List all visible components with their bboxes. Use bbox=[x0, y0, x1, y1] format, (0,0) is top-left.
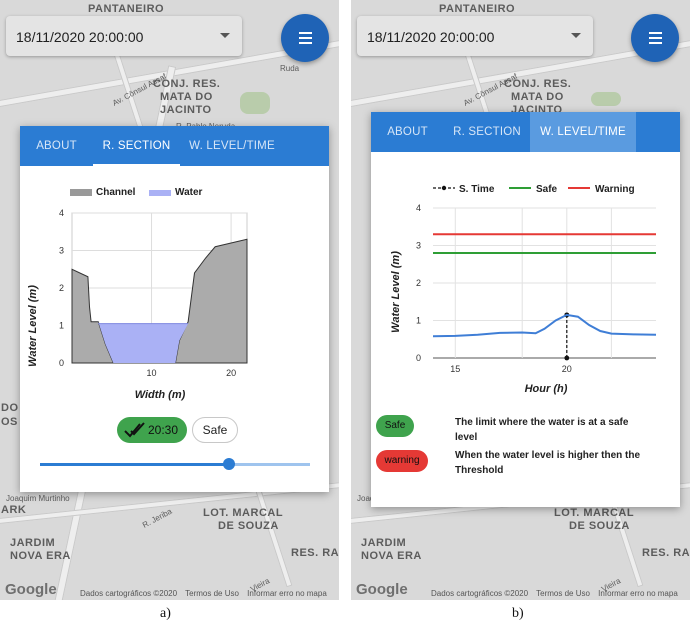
date-select-value: 18/11/2020 20:00:00 bbox=[367, 29, 495, 45]
tab-r-section[interactable]: R. SECTION bbox=[93, 126, 180, 166]
x-tick-label: 20 bbox=[562, 364, 572, 374]
map-data-credit: Dados cartográficos ©2020 bbox=[431, 589, 529, 598]
map-label: PANTANEIRO bbox=[439, 3, 516, 15]
status-chip[interactable]: Safe bbox=[192, 417, 238, 443]
tab-about[interactable]: ABOUT bbox=[371, 112, 444, 152]
time-chip[interactable]: 20:30 bbox=[117, 417, 187, 443]
menu-button[interactable] bbox=[631, 14, 679, 62]
date-select[interactable]: 18/11/2020 20:00:00 bbox=[6, 16, 242, 56]
x-tick-label: 10 bbox=[147, 368, 157, 378]
map-label: RES. RA bbox=[642, 547, 690, 559]
y-tick-label: 1 bbox=[416, 316, 421, 326]
x-axis-title: Hour (h) bbox=[525, 383, 568, 395]
map-label: DE SOUZA bbox=[218, 520, 279, 532]
map-label: PANTANEIRO bbox=[88, 3, 165, 15]
terms-link[interactable]: Termos de Uso bbox=[185, 589, 239, 598]
water-level-chart: S. Time Safe Warning 0 1 2 3 4 15 20 Water Lev… bbox=[390, 184, 657, 395]
info-card: ABOUT R. SECTION W. LEVEL/TIME Channel W… bbox=[20, 126, 329, 492]
y-axis-title: Water Level (m) bbox=[390, 251, 402, 333]
legend-water-swatch bbox=[149, 190, 171, 196]
map-footer: Dados cartográficos ©2020 Termos de Uso … bbox=[80, 589, 333, 598]
y-tick-label: 2 bbox=[416, 278, 421, 288]
caption-a: a) bbox=[160, 606, 171, 621]
y-tick-label: 0 bbox=[59, 358, 64, 368]
stime-marker-bottom bbox=[564, 355, 570, 361]
menu-button[interactable] bbox=[281, 14, 329, 62]
dropdown-caret-icon bbox=[220, 33, 230, 38]
report-error-link[interactable]: Informar erro no mapa bbox=[247, 589, 327, 598]
map-label: MATA DO bbox=[160, 91, 213, 103]
level-legend: Safe The limit where the water is at a s… bbox=[376, 410, 676, 490]
series-water-level bbox=[432, 313, 657, 338]
dropdown-caret-icon bbox=[571, 33, 581, 38]
slider-fill bbox=[40, 463, 229, 466]
map-footer: Dados cartográficos ©2020 Termos de Uso … bbox=[431, 589, 684, 598]
map-label: MATA DO bbox=[511, 91, 564, 103]
map-label: JARDIM bbox=[361, 537, 407, 549]
map-label: LOT. MARCAL bbox=[203, 507, 284, 519]
map-label: R. Jeriba bbox=[140, 506, 174, 530]
map-label: ARK bbox=[1, 504, 27, 516]
map-label: NOVA ERA bbox=[361, 550, 422, 562]
legend-safe-label: Safe bbox=[536, 184, 558, 195]
tab-r-section[interactable]: R. SECTION bbox=[444, 112, 530, 152]
y-tick-label: 4 bbox=[416, 203, 421, 213]
legend-water-label: Water bbox=[175, 187, 203, 198]
time-chip-label: 20:30 bbox=[148, 423, 179, 437]
legend-channel-label: Channel bbox=[96, 187, 136, 198]
y-tick-label: 3 bbox=[59, 246, 64, 256]
tab-w-level-time[interactable]: W. LEVEL/TIME bbox=[180, 126, 284, 166]
safe-description: The limit where the water is at a safe l… bbox=[455, 417, 629, 443]
info-card: ABOUT R. SECTION W. LEVEL/TIME S. Time S… bbox=[371, 112, 680, 507]
map-data-credit: Dados cartográficos ©2020 bbox=[80, 589, 178, 598]
tab-w-level-time[interactable]: W. LEVEL/TIME bbox=[530, 112, 636, 152]
slider-thumb[interactable] bbox=[223, 458, 235, 470]
tab-bar: ABOUT R. SECTION W. LEVEL/TIME bbox=[371, 112, 680, 152]
legend-channel-swatch bbox=[70, 190, 92, 196]
y-axis-title: Water Level (m) bbox=[27, 285, 39, 367]
map-label: RES. RA bbox=[291, 547, 339, 559]
y-tick-label: 0 bbox=[416, 353, 421, 363]
app-screen-a: PANTANEIRO CONJ. RES. MATA DO JACINTO Av… bbox=[0, 0, 339, 600]
double-check-icon bbox=[124, 422, 145, 438]
map-label: DO bbox=[1, 402, 19, 414]
safe-chip: Safe bbox=[376, 415, 414, 437]
y-tick-label: 2 bbox=[59, 283, 64, 293]
y-tick-label: 4 bbox=[59, 208, 64, 218]
map-label: NOVA ERA bbox=[10, 550, 71, 562]
x-tick-label: 15 bbox=[450, 364, 460, 374]
app-screen-b: PANTANEIRO CONJ. RES. MATA DO JACINTO Av… bbox=[351, 0, 690, 600]
x-tick-label: 20 bbox=[226, 368, 236, 378]
legend-stime-marker bbox=[441, 185, 447, 191]
map-label: OS bbox=[1, 416, 18, 428]
google-logo: Google bbox=[5, 581, 57, 598]
y-tick-label: 1 bbox=[59, 321, 64, 331]
map-park bbox=[240, 92, 270, 114]
tab-about[interactable]: ABOUT bbox=[20, 126, 93, 166]
map-label: JACINTO bbox=[160, 104, 212, 116]
legend-warning-label: Warning bbox=[595, 184, 635, 195]
warning-chip: warning bbox=[376, 450, 428, 472]
date-select-value: 18/11/2020 20:00:00 bbox=[16, 29, 144, 45]
time-slider[interactable] bbox=[40, 458, 310, 470]
water-surface bbox=[98, 321, 189, 363]
legend-stime-label: S. Time bbox=[459, 184, 495, 195]
google-logo: Google bbox=[356, 581, 408, 598]
map-label: DE SOUZA bbox=[569, 520, 630, 532]
terms-link[interactable]: Termos de Uso bbox=[536, 589, 590, 598]
map-label: Joaquim Murtinho bbox=[6, 494, 70, 503]
tab-bar: ABOUT R. SECTION W. LEVEL/TIME bbox=[20, 126, 329, 166]
map-label: Ruda bbox=[280, 64, 300, 73]
map-label: JARDIM bbox=[10, 537, 56, 549]
cross-section-chart: Channel Water 0123410 20 Water Level (m) … bbox=[27, 187, 248, 401]
date-select[interactable]: 18/11/2020 20:00:00 bbox=[357, 16, 593, 56]
warning-description: When the water level is higher then the … bbox=[455, 450, 641, 476]
y-tick-label: 3 bbox=[416, 241, 421, 251]
x-axis-title: Width (m) bbox=[135, 389, 186, 401]
map-label: LOT. MARCAL bbox=[554, 507, 635, 519]
caption-b: b) bbox=[512, 606, 524, 621]
map-park bbox=[591, 92, 621, 106]
report-error-link[interactable]: Informar erro no mapa bbox=[598, 589, 678, 598]
